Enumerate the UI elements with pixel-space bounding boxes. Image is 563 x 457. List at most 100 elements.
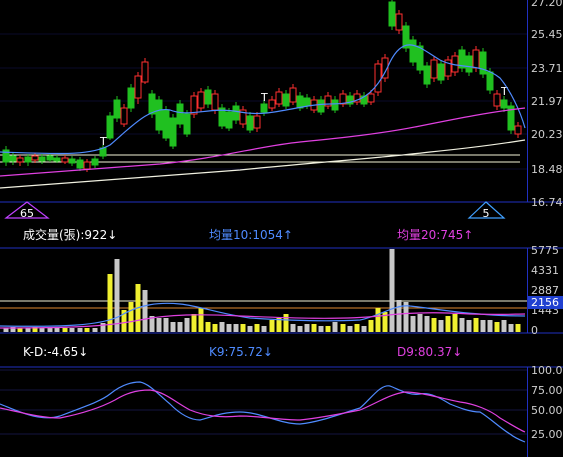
candlestick[interactable] — [204, 86, 212, 108]
candlestick[interactable] — [141, 58, 149, 84]
right-period-marker[interactable]: 5 — [467, 201, 506, 220]
candlestick[interactable] — [444, 56, 452, 80]
candlestick[interactable] — [465, 52, 473, 76]
volume-chart-panel[interactable]: 5775 4331 2887 1443 0 2156 — [0, 244, 563, 338]
volume-bar[interactable] — [240, 324, 246, 332]
volume-bar[interactable] — [417, 314, 423, 332]
volume-bar[interactable] — [100, 323, 106, 332]
volume-bar[interactable] — [480, 320, 486, 332]
candlestick[interactable] — [176, 100, 184, 128]
candlestick[interactable] — [437, 60, 445, 84]
candlestick[interactable] — [458, 46, 466, 72]
candlestick[interactable] — [190, 92, 198, 118]
volume-bar[interactable] — [290, 324, 296, 332]
volume-bar[interactable] — [3, 328, 9, 332]
candlestick[interactable] — [120, 104, 128, 127]
volume-bar[interactable] — [47, 328, 53, 332]
volume-bar[interactable] — [325, 326, 331, 332]
volume-bar[interactable] — [487, 320, 493, 332]
candlestick[interactable] — [353, 90, 361, 105]
price-chart-panel[interactable]: TTT 27.20 25.45 23.71 21.97 20.23 18.48 16.74 … — [0, 0, 563, 222]
candlestick[interactable] — [514, 122, 522, 138]
candlestick[interactable] — [500, 96, 508, 112]
candlestick[interactable] — [317, 96, 325, 115]
volume-bar[interactable] — [332, 322, 338, 332]
volume-bar[interactable] — [424, 316, 430, 332]
candlestick[interactable] — [183, 110, 191, 137]
candlestick[interactable] — [134, 72, 142, 104]
candlestick[interactable] — [282, 90, 290, 109]
volume-bar[interactable] — [494, 322, 500, 332]
candlestick[interactable] — [2, 146, 10, 166]
volume-bar[interactable] — [212, 324, 218, 332]
volume-bar[interactable] — [184, 318, 190, 332]
candlestick[interactable] — [289, 84, 297, 105]
candlestick[interactable] — [68, 156, 76, 166]
volume-bar[interactable] — [508, 324, 514, 332]
volume-bar[interactable] — [459, 318, 465, 332]
candlestick[interactable] — [127, 84, 135, 112]
volume-bar[interactable] — [128, 302, 134, 332]
candlestick[interactable] — [16, 155, 24, 166]
volume-bar[interactable] — [283, 314, 289, 332]
candlestick[interactable] — [24, 154, 32, 166]
volume-bar[interactable] — [515, 324, 521, 332]
volume-bar[interactable] — [205, 322, 211, 332]
volume-bar[interactable] — [375, 308, 381, 332]
price-chart[interactable]: TT T 27.2025.4523.7121.9720.2318.4816.74 … — [0, 0, 563, 222]
volume-bar[interactable] — [198, 308, 204, 332]
volume-bar[interactable] — [177, 322, 183, 332]
candlestick[interactable] — [232, 102, 240, 124]
volume-bar[interactable] — [170, 322, 176, 332]
candlestick[interactable] — [395, 10, 403, 34]
candlestick[interactable] — [113, 96, 121, 122]
volume-bar[interactable] — [107, 274, 113, 332]
volume-bar[interactable] — [347, 326, 353, 332]
volume-bar[interactable] — [403, 302, 409, 332]
candlestick[interactable] — [225, 108, 233, 131]
volume-bar[interactable] — [156, 318, 162, 332]
volume-bar[interactable] — [396, 300, 402, 332]
volume-bar[interactable] — [445, 316, 451, 332]
candlestick[interactable] — [218, 104, 226, 129]
candlestick[interactable] — [239, 106, 247, 128]
volume-bar[interactable] — [226, 324, 232, 332]
candlestick[interactable] — [507, 102, 515, 134]
volume-bar[interactable] — [163, 318, 169, 332]
volume-bar[interactable] — [25, 328, 31, 332]
candlestick[interactable] — [253, 112, 261, 132]
candlestick[interactable] — [374, 60, 382, 96]
candlestick[interactable] — [324, 92, 332, 109]
volume-bar[interactable] — [254, 324, 260, 332]
candlestick[interactable] — [360, 92, 368, 107]
volume-bar[interactable] — [247, 326, 253, 332]
volume-bar[interactable] — [466, 320, 472, 332]
volume-bar[interactable] — [219, 322, 225, 332]
left-period-marker[interactable]: 65 — [4, 201, 50, 220]
volume-bar[interactable] — [142, 290, 148, 332]
volume-chart[interactable]: 57754331288714430 2156 — [0, 244, 563, 338]
volume-bar[interactable] — [17, 328, 23, 332]
volume-bar[interactable] — [318, 326, 324, 332]
volume-bar[interactable] — [191, 314, 197, 332]
candlestick[interactable] — [339, 90, 347, 107]
kd-chart[interactable]: 100.00 75.00 50.00 25.00 — [0, 362, 563, 457]
candlestick[interactable] — [46, 153, 54, 162]
volume-bar[interactable] — [62, 328, 68, 332]
volume-bar[interactable] — [54, 328, 60, 332]
volume-bar[interactable] — [69, 328, 75, 332]
volume-bar[interactable] — [304, 324, 310, 332]
candlestick[interactable] — [155, 96, 163, 134]
candlestick[interactable] — [493, 90, 501, 110]
candlestick[interactable] — [479, 48, 487, 78]
volume-bar[interactable] — [368, 320, 374, 332]
volume-bar[interactable] — [269, 320, 275, 332]
volume-bar[interactable] — [361, 326, 367, 332]
volume-bar[interactable] — [77, 328, 83, 332]
candlestick[interactable] — [388, 0, 396, 30]
volume-bar[interactable] — [297, 326, 303, 332]
volume-bar[interactable] — [261, 326, 267, 332]
volume-bar[interactable] — [311, 324, 317, 332]
volume-bar[interactable] — [452, 314, 458, 332]
candlestick[interactable] — [402, 22, 410, 52]
